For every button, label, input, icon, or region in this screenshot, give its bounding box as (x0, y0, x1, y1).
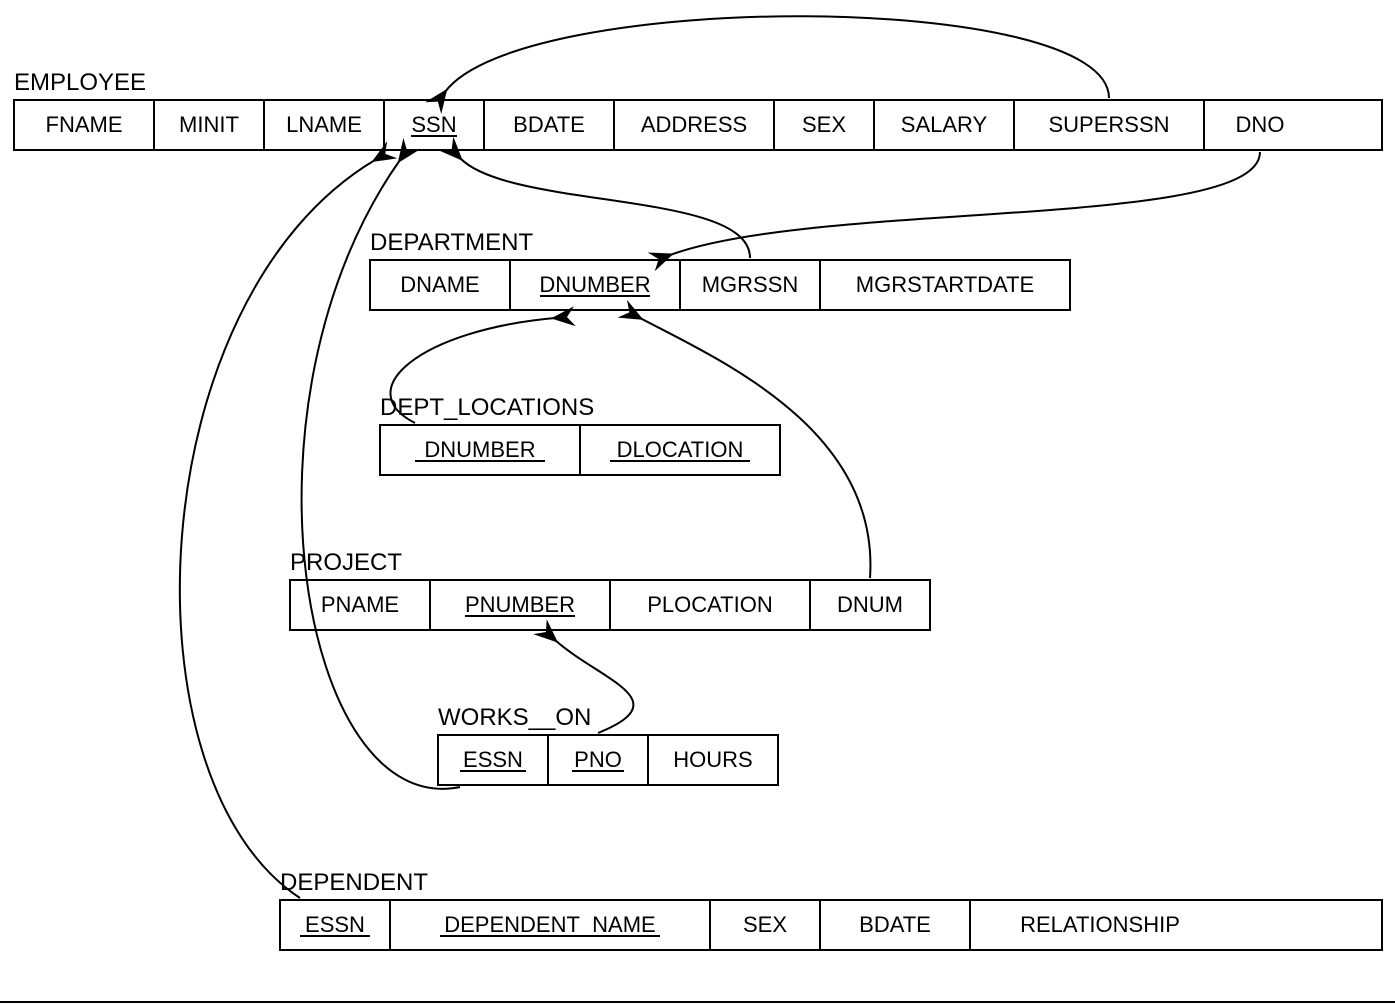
department-attr-mgrssn: MGRSSN (702, 272, 799, 297)
employee-title: EMPLOYEE (14, 69, 146, 96)
department-attr-mgrstartdate: MGRSTARTDATE (856, 272, 1034, 297)
project-row: PNAME PNUMBER PLOCATION DNUM (290, 580, 930, 630)
dependent-attr-essn: ESSN (305, 912, 365, 937)
project-attr-pnumber: PNUMBER (465, 592, 575, 617)
dependent-attr-sex: SEX (743, 912, 787, 937)
employee-attr-dno: DNO (1236, 112, 1285, 137)
dependent-attr-relationship: RELATIONSHIP (1020, 912, 1180, 937)
project-title: PROJECT (290, 549, 402, 576)
workson-title: WORKS__ON (438, 704, 591, 731)
department-row: DNAME DNUMBER MGRSSN MGRSTARTDATE (370, 260, 1070, 310)
workson-row: ESSN PNO HOURS (438, 735, 778, 785)
workson-attr-hours: HOURS (673, 747, 752, 772)
employee-attr-sex: SEX (802, 112, 846, 137)
deptloc-attr-dnumber: DNUMBER (424, 437, 535, 462)
project-attr-pname: PNAME (321, 592, 399, 617)
employee-attr-fname: FNAME (46, 112, 123, 137)
employee-attr-superssn: SUPERSSN (1048, 112, 1169, 137)
schema-diagram: EMPLOYEE FNAME MINIT LNAME SSN BDATE ADD… (0, 0, 1395, 1004)
department-attr-dname: DNAME (400, 272, 479, 297)
arrow-dno-to-dnumber (670, 152, 1260, 255)
project-attr-dnum: DNUM (837, 592, 903, 617)
employee-attr-minit: MINIT (179, 112, 239, 137)
deptloc-title: DEPT_LOCATIONS (380, 394, 594, 421)
arrow-dependent-essn-to-employee-ssn (180, 160, 375, 898)
dependent-row: ESSN DEPENDENT_NAME SEX BDATE RELATIONSH… (280, 900, 1382, 950)
dependent-attr-depname: DEPENDENT_NAME (444, 912, 655, 937)
department-attr-dnumber: DNUMBER (539, 272, 650, 297)
project-attr-plocation: PLOCATION (647, 592, 773, 617)
employee-attr-ssn: SSN (411, 112, 456, 137)
department-title: DEPARTMENT (370, 229, 533, 256)
employee-attr-address: ADDRESS (641, 112, 747, 137)
workson-attr-pno: PNO (574, 747, 622, 772)
deptloc-row: DNUMBER DLOCATION (380, 425, 780, 475)
dependent-title: DEPENDENT (280, 869, 428, 896)
employee-attr-bdate: BDATE (513, 112, 585, 137)
employee-row: FNAME MINIT LNAME SSN BDATE ADDRESS SEX … (14, 100, 1382, 150)
deptloc-attr-dlocation: DLOCATION (617, 437, 744, 462)
dependent-attr-bdate: BDATE (859, 912, 931, 937)
employee-attr-lname: LNAME (286, 112, 362, 137)
employee-attr-salary: SALARY (901, 112, 988, 137)
workson-attr-essn: ESSN (463, 747, 523, 772)
arrow-superssn-to-ssn (445, 16, 1109, 98)
